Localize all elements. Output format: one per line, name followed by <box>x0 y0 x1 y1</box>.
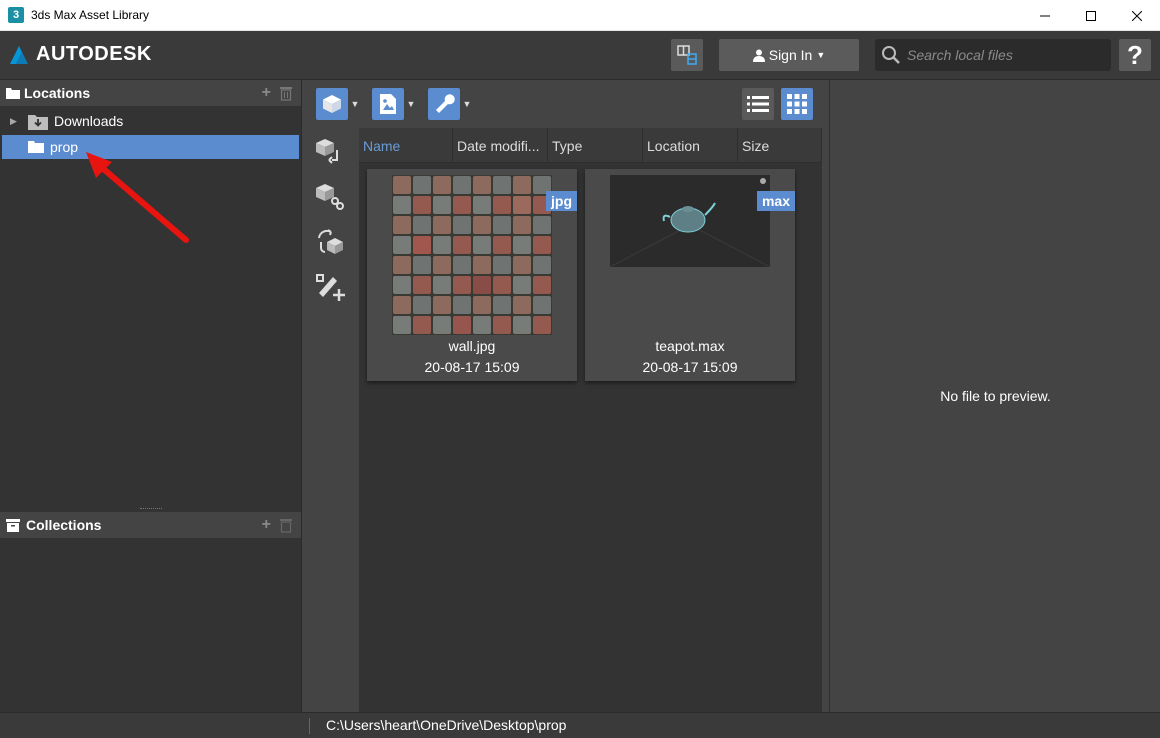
expand-arrow-icon[interactable]: ▶ <box>10 116 24 127</box>
status-separator <box>309 718 310 734</box>
cube-insert-icon <box>316 139 338 164</box>
xref-asset-button[interactable] <box>311 177 351 217</box>
delete-collection-button[interactable] <box>279 517 293 533</box>
location-item-downloads[interactable]: ▶ Downloads <box>2 109 299 133</box>
folder-icon <box>28 141 44 153</box>
cube-icon <box>323 95 341 113</box>
window-title: 3ds Max Asset Library <box>31 8 150 22</box>
close-icon <box>1132 10 1142 21</box>
wrench-icon <box>436 94 455 113</box>
collections-header: Collections + <box>0 512 301 538</box>
app-icon: 3 <box>8 7 24 23</box>
wall-thumbnail <box>392 175 552 335</box>
location-item-prop[interactable]: prop <box>2 135 299 159</box>
list-view-icon <box>747 96 769 112</box>
asset-browser: ▼ ▼ ▼ Name Date modifi... Type Location … <box>303 80 827 712</box>
chevron-down-icon: ▼ <box>816 50 826 60</box>
column-size[interactable]: Size <box>738 128 822 163</box>
column-name[interactable]: Name <box>359 128 453 163</box>
file-card-wall[interactable]: jpg wall.jpg 20-08-17 15:09 <box>367 169 577 381</box>
dropdown-arrow-icon[interactable]: ▼ <box>404 88 418 120</box>
current-path: C:\Users\heart\OneDrive\Desktop\prop <box>326 717 567 733</box>
sign-in-label: Sign In <box>768 47 813 63</box>
autodesk-logo-icon <box>10 45 28 64</box>
preview-message: No file to preview. <box>940 388 1051 404</box>
tools-button[interactable] <box>428 88 460 120</box>
asset-type-filter[interactable]: ▼ <box>316 88 362 120</box>
brand-name: AUTODESK <box>36 43 152 65</box>
sign-in-button[interactable]: Sign In ▼ <box>719 39 859 71</box>
app-header: AUTODESK Sign In ▼ ? <box>0 31 1160 80</box>
layout-toggle-button[interactable] <box>671 39 703 71</box>
title-bar: 3 3ds Max Asset Library <box>0 0 1160 31</box>
close-button[interactable] <box>1114 0 1160 31</box>
preview-panel: No file to preview. <box>829 80 1160 712</box>
status-bar: C:\Users\heart\OneDrive\Desktop\prop <box>0 712 1160 738</box>
list-view-button[interactable] <box>742 88 774 120</box>
image-filter-button[interactable] <box>372 88 404 120</box>
left-panel: Locations + ▶ Downloads prop Collections… <box>0 80 302 712</box>
file-date: 20-08-17 15:09 <box>424 359 520 375</box>
maximize-button[interactable] <box>1068 0 1114 31</box>
collections-panel: Collections + <box>0 512 301 712</box>
column-date-modified[interactable]: Date modifi... <box>453 128 548 163</box>
file-date: 20-08-17 15:09 <box>642 359 738 375</box>
search-icon <box>882 46 900 64</box>
locations-title: Locations <box>24 85 91 101</box>
user-icon <box>752 49 765 62</box>
download-folder-icon <box>28 114 48 130</box>
tools-menu[interactable]: ▼ <box>428 88 474 120</box>
asset-action-bar <box>311 132 357 312</box>
folder-icon <box>6 88 20 99</box>
collections-title: Collections <box>26 517 102 533</box>
minimize-icon <box>1040 15 1050 16</box>
image-file-icon <box>380 94 396 114</box>
file-type-badge: jpg <box>546 191 577 211</box>
replace-asset-button[interactable] <box>311 222 351 262</box>
location-label: Downloads <box>54 113 124 129</box>
cube-link-icon <box>316 184 344 210</box>
locations-header: Locations + <box>0 80 301 106</box>
panel-splitter[interactable] <box>140 508 162 510</box>
file-grid: Name Date modifi... Type Location Size j… <box>359 128 822 712</box>
column-headers: Name Date modifi... Type Location Size <box>359 128 822 163</box>
minimize-button[interactable] <box>1022 0 1068 31</box>
brush-add-icon <box>316 274 345 301</box>
dropdown-arrow-icon[interactable]: ▼ <box>348 88 362 120</box>
file-name: teapot.max <box>655 338 725 354</box>
column-type[interactable]: Type <box>548 128 643 163</box>
image-filter[interactable]: ▼ <box>372 88 418 120</box>
grid-view-button[interactable] <box>781 88 813 120</box>
delete-location-button[interactable] <box>279 85 293 101</box>
add-material-button[interactable] <box>311 267 351 307</box>
cube-filter-button[interactable] <box>316 88 348 120</box>
teapot-thumbnail <box>610 175 770 267</box>
file-type-badge: max <box>756 191 795 211</box>
insert-asset-button[interactable] <box>311 132 351 172</box>
archive-icon <box>6 518 20 532</box>
search-box[interactable] <box>875 39 1111 71</box>
add-location-button[interactable]: + <box>262 84 271 102</box>
maximize-icon <box>1086 10 1096 21</box>
grid-view-icon <box>787 94 807 114</box>
location-label: prop <box>50 139 79 155</box>
file-card-teapot[interactable]: max teapot.max 20-08-17 15:09 <box>585 169 795 381</box>
file-name: wall.jpg <box>448 338 496 354</box>
layout-icon <box>677 45 697 65</box>
help-button[interactable]: ? <box>1119 39 1151 71</box>
autodesk-logo: AUTODESK <box>8 43 152 66</box>
cube-replace-icon <box>318 229 343 254</box>
search-input[interactable] <box>907 47 1097 63</box>
add-collection-button[interactable]: + <box>262 516 271 534</box>
dropdown-arrow-icon[interactable]: ▼ <box>460 88 474 120</box>
column-location[interactable]: Location <box>643 128 738 163</box>
